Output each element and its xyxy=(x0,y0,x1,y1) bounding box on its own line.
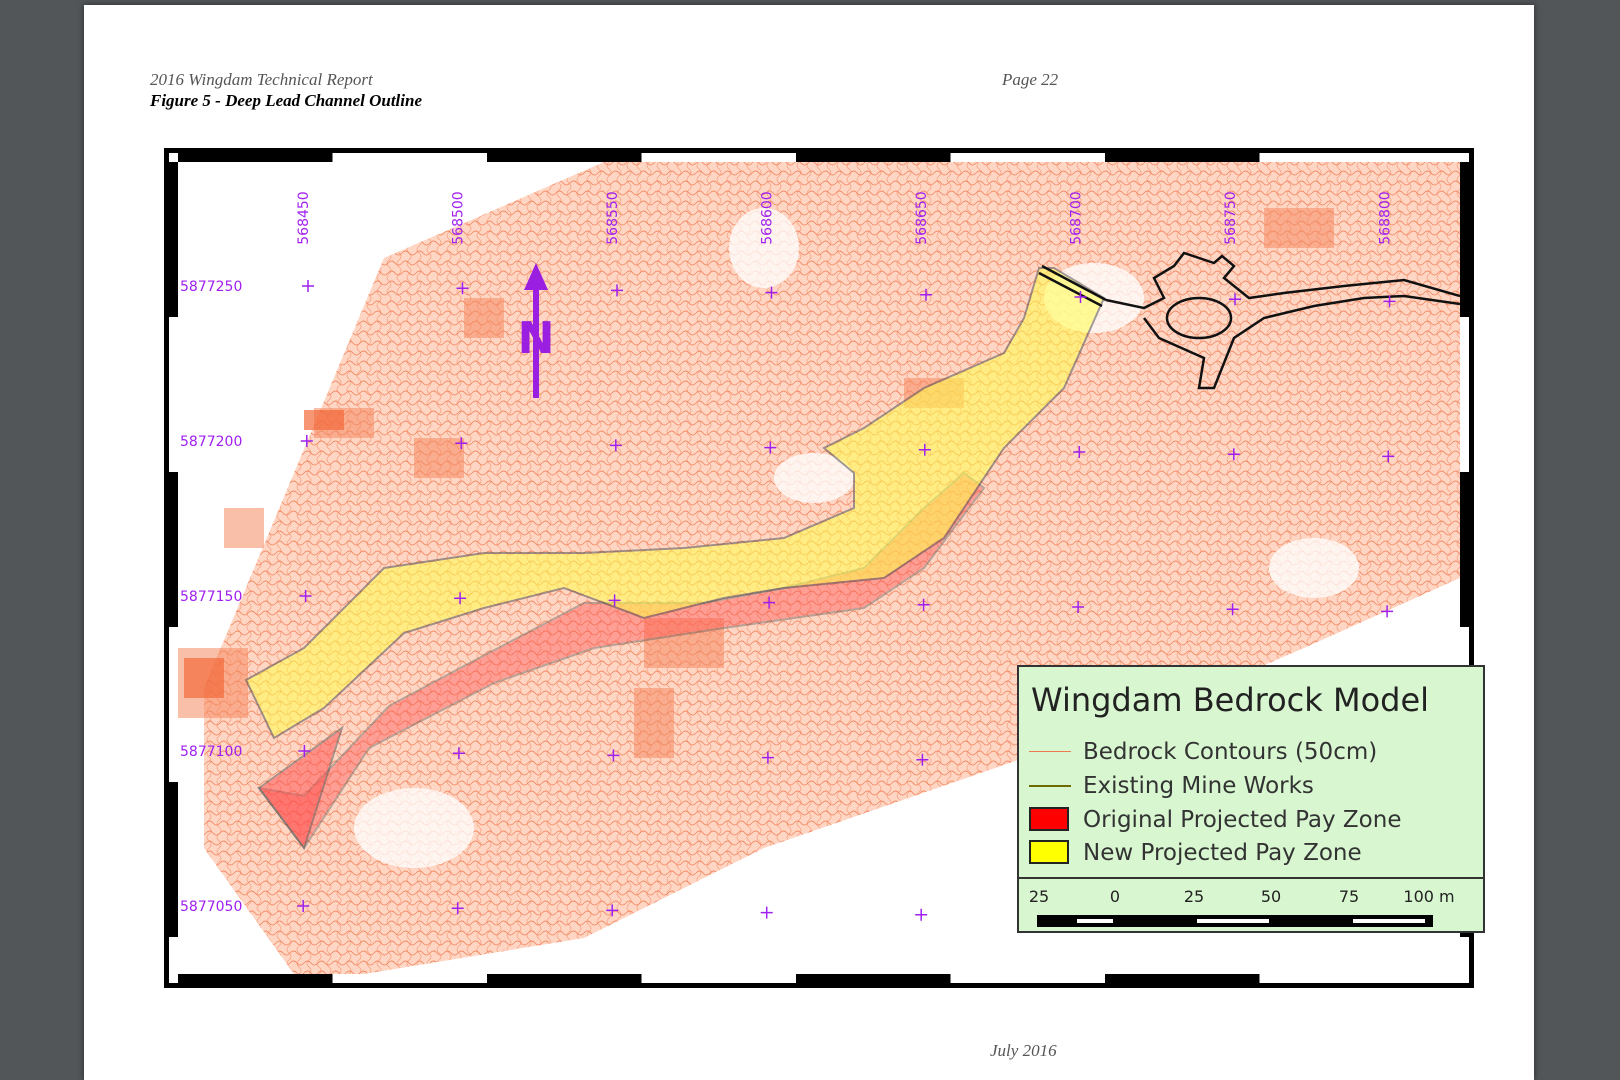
scale-label: 50 xyxy=(1260,887,1282,906)
map-figure: N 568450 568500 568550 568600 568650 568700 56… xyxy=(164,148,1485,988)
yellow-swatch xyxy=(1029,840,1069,864)
easting-label: 568750 xyxy=(1223,191,1239,244)
document-page: 2016 Wingdam Technical Report Page 22 Fi… xyxy=(84,5,1534,1080)
legend-item-mine-works: Existing Mine Works xyxy=(1029,771,1314,801)
legend-label: Original Projected Pay Zone xyxy=(1083,807,1402,833)
scale-bar xyxy=(1037,915,1433,927)
legend-label: Existing Mine Works xyxy=(1083,773,1314,799)
easting-label: 568650 xyxy=(914,191,930,244)
legend-label: Bedrock Contours (50cm) xyxy=(1083,739,1378,765)
mine-works-line-symbol xyxy=(1029,785,1071,787)
contour-line-symbol xyxy=(1029,751,1071,752)
easting-label: 568500 xyxy=(451,191,467,244)
map-legend: Wingdam Bedrock Model Bedrock Contours (… xyxy=(1017,665,1485,933)
scale-label: 75 xyxy=(1338,887,1360,906)
scale-bar-area: 25 0 25 50 75 100 m xyxy=(1019,877,1483,935)
north-arrow-label: N xyxy=(518,313,555,364)
easting-label: 568600 xyxy=(760,191,776,244)
scale-label: 0 xyxy=(1109,887,1121,906)
northing-label: 5877200 xyxy=(180,434,242,450)
legend-item-new-pay-zone: New Projected Pay Zone xyxy=(1029,838,1362,868)
page-number: Page 22 xyxy=(1002,70,1059,89)
report-title: 2016 Wingdam Technical Report xyxy=(150,70,373,89)
northing-label: 5877050 xyxy=(180,899,242,915)
scale-label: 25 xyxy=(1183,887,1205,906)
legend-item-contours: Bedrock Contours (50cm) xyxy=(1029,737,1377,767)
legend-title: Wingdam Bedrock Model xyxy=(1031,681,1430,719)
easting-label: 568550 xyxy=(605,191,621,244)
northing-label: 5877150 xyxy=(180,589,242,605)
northing-label: 5877100 xyxy=(180,744,242,760)
northing-label: 5877250 xyxy=(180,279,242,295)
scale-label: 100 m xyxy=(1403,887,1455,906)
footer-date: July 2016 xyxy=(990,1041,1057,1060)
red-swatch xyxy=(1029,807,1069,831)
legend-label: New Projected Pay Zone xyxy=(1083,840,1362,866)
easting-label: 568800 xyxy=(1378,191,1394,244)
figure-caption: Figure 5 - Deep Lead Channel Outline xyxy=(150,91,423,110)
legend-item-original-pay-zone: Original Projected Pay Zone xyxy=(1029,805,1401,835)
easting-label: 568450 xyxy=(296,191,312,244)
easting-label: 568700 xyxy=(1069,191,1085,244)
scale-label: 25 xyxy=(1028,887,1050,906)
